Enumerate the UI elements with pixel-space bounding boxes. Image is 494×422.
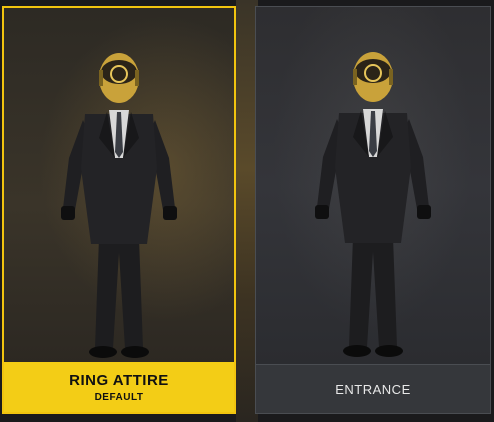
card-label-bar: ENTRANCE [256, 364, 490, 413]
card-subtitle: DEFAULT [94, 391, 144, 403]
character-preview [256, 7, 490, 365]
wrestler-figure-icon [315, 52, 431, 357]
card-label-bar: RING ATTIRE DEFAULT [4, 362, 234, 412]
wrestler-figure-icon [61, 53, 177, 358]
attire-card-entrance[interactable]: ENTRANCE [255, 6, 491, 414]
character-preview [4, 8, 234, 366]
card-title: RING ATTIRE [69, 371, 169, 389]
card-title: ENTRANCE [335, 381, 411, 397]
attire-card-ring-attire[interactable]: RING ATTIRE DEFAULT [2, 6, 236, 414]
